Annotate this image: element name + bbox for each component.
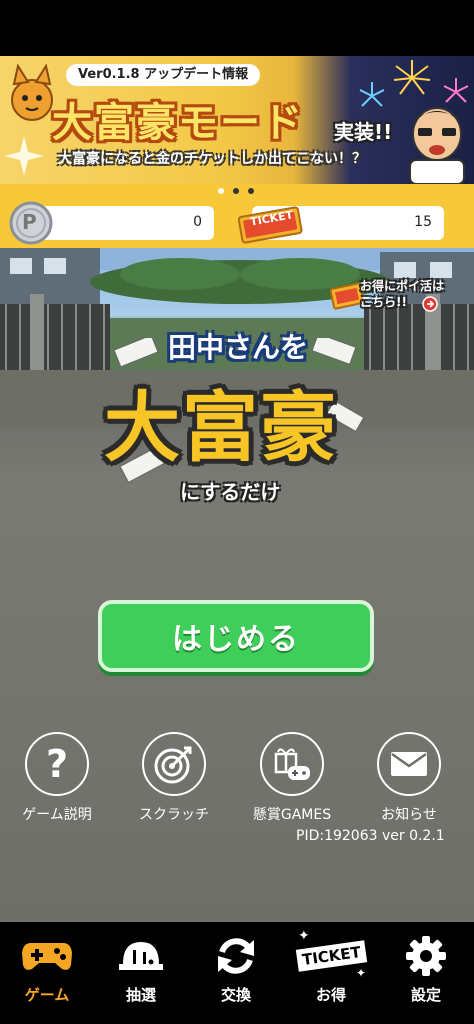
gear-icon [406, 936, 446, 976]
news-circle [377, 732, 441, 796]
scratch-label: スクラッチ [139, 807, 209, 823]
news-label: お知らせ [381, 807, 437, 823]
tab-deals-label: お得 [315, 986, 346, 1004]
scratch-circle [142, 732, 206, 796]
point-activity-line1: お得にポイ活は [360, 279, 445, 293]
logo-line3: にするだけ [180, 480, 281, 504]
prize-games-label: 懸賞GAMES [252, 807, 332, 823]
prize-games-button[interactable]: 懸賞GAMES [237, 732, 347, 824]
tab-exchange-label: 交換 [220, 986, 251, 1004]
logo-line1: 田中さんを [168, 331, 309, 364]
tab-settings-label: 設定 [410, 986, 441, 1004]
version-label: Ver0.1.8 アップデート情報 [66, 64, 261, 86]
ticket-balance-value: 15 [414, 214, 432, 230]
title-scene: お得にポイ活は こちら!! 田中さんを 大富豪 にするだけ はじめる ? ゲーム… [0, 248, 474, 922]
tab-lottery-label: 抽選 [125, 986, 156, 1004]
gift-controller-icon [274, 748, 310, 780]
scratch-button[interactable]: スクラッチ [119, 732, 229, 824]
question-icon: ? [45, 742, 69, 786]
news-button[interactable]: お知らせ [354, 732, 464, 824]
prize-games-circle [260, 732, 324, 796]
coin-symbol: P [22, 210, 37, 234]
bottom-tab-bar: ゲーム 抽選 交換 TICKET ✦ ✦ お得 設定 [0, 922, 474, 1024]
banner-subtitle: 大富豪になると金のチケットしか出てこない！？ [58, 151, 366, 167]
tab-settings[interactable]: 設定 [379, 932, 473, 1005]
refresh-icon [218, 938, 254, 974]
player-id-version: PID:192063 ver 0.2.1 [296, 828, 445, 844]
gamepad-icon [22, 943, 72, 970]
sparkle-icon: ✦ [356, 966, 367, 980]
arrow-right-icon [422, 296, 438, 312]
carousel-dot-active[interactable] [218, 188, 224, 194]
tab-lottery[interactable]: 抽選 [94, 932, 188, 1005]
carousel-dot[interactable] [233, 188, 239, 194]
start-button[interactable]: はじめる [98, 600, 374, 672]
envelope-icon [391, 752, 427, 776]
logo-main: 大富豪 [104, 383, 338, 472]
sparkle-icon: ✦ [298, 928, 310, 944]
tanaka-character-image [409, 107, 465, 184]
lottery-machine-icon [119, 942, 163, 970]
game-help-label: ゲーム説明 [22, 807, 92, 823]
game-help-button[interactable]: ? ゲーム説明 [2, 732, 112, 824]
coin-balance-value: 0 [193, 214, 202, 230]
tab-deals[interactable]: TICKET ✦ ✦ お得 [284, 928, 378, 1005]
target-icon [154, 746, 192, 784]
tab-exchange[interactable]: 交換 [189, 932, 283, 1005]
status-bar [0, 0, 474, 56]
tab-game-label: ゲーム [24, 986, 70, 1004]
sparkle-decoration [4, 136, 44, 176]
banner-title: 大富豪モード [52, 100, 304, 146]
currency-bar: 0 P 15 TICKET [0, 198, 474, 248]
carousel-dot[interactable] [248, 188, 254, 194]
point-activity-link[interactable]: お得にポイ活は こちら!! [330, 272, 460, 318]
carousel-indicator [0, 184, 474, 198]
tab-game[interactable]: ゲーム [0, 932, 94, 1005]
start-button-label: はじめる [172, 622, 300, 657]
promo-banner[interactable]: Ver0.1.8 アップデート情報 大富豪モード 実装!! 大富豪になると金のチ… [0, 56, 474, 184]
help-circle: ? [25, 732, 89, 796]
